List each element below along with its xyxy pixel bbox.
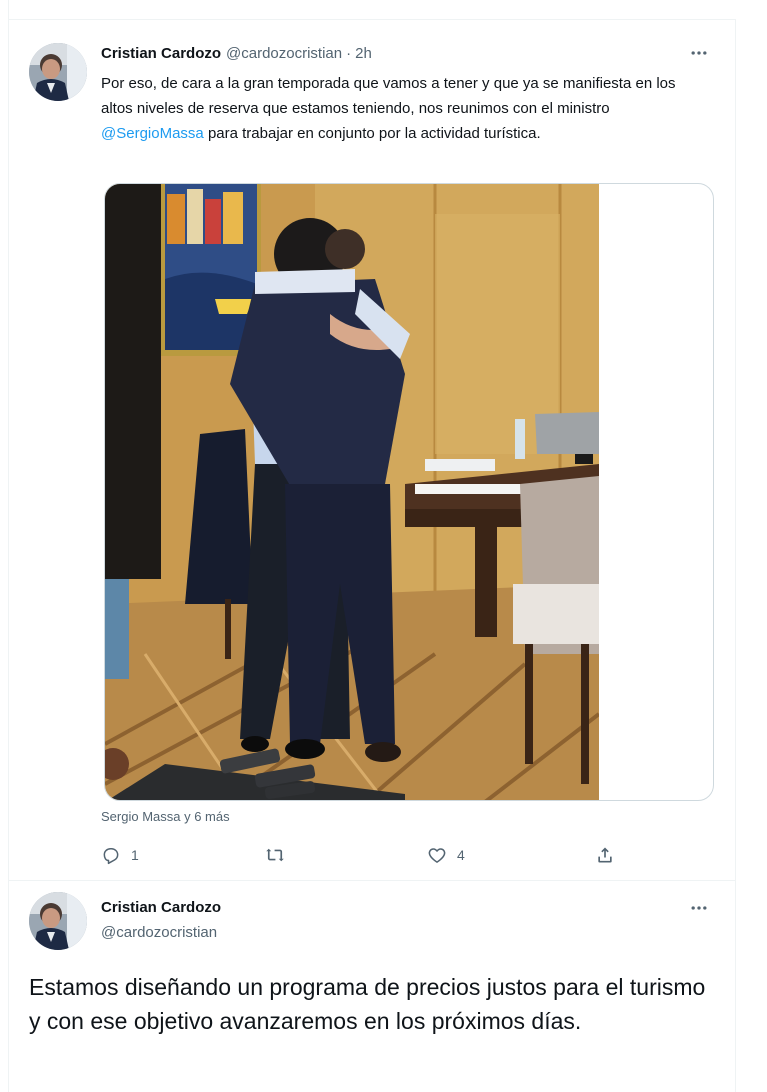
like-button[interactable]: 4 <box>427 843 465 867</box>
reply-button[interactable]: 1 <box>101 843 139 867</box>
retweet-button[interactable] <box>265 843 295 867</box>
like-count: 4 <box>457 847 465 863</box>
mention-link[interactable]: @SergioMassa <box>101 125 204 142</box>
tweet-photo[interactable] <box>104 183 714 801</box>
tweet[interactable]: Cristian Cardozo @cardozocristian Estamo… <box>9 882 736 1092</box>
retweet-icon <box>266 848 284 862</box>
tweet-text-part: Por eso, de cara a la gran temporada que… <box>101 75 676 117</box>
timestamp[interactable]: 2h <box>355 45 372 62</box>
tweet-text: Por eso, de cara a la gran temporada que… <box>101 71 711 146</box>
avatar-photo <box>29 892 87 950</box>
previous-tweet-edge <box>9 0 736 20</box>
avatar-photo <box>29 43 87 101</box>
display-name[interactable]: Cristian Cardozo <box>101 45 221 62</box>
tweet-header: Cristian Cardozo @cardozocristian · 2h <box>101 45 372 62</box>
separator-dot: · <box>346 45 352 62</box>
avatar[interactable] <box>29 43 87 101</box>
photo-image <box>105 184 599 800</box>
tweet[interactable]: Cristian Cardozo @cardozocristian · 2h P… <box>9 21 736 881</box>
tweet-text-part: para trabajar en conjunto por la activid… <box>203 125 541 142</box>
more-horizontal-icon <box>691 51 707 55</box>
display-name[interactable]: Cristian Cardozo <box>101 899 221 916</box>
avatar[interactable] <box>29 892 87 950</box>
more-horizontal-icon <box>691 906 707 910</box>
user-handle[interactable]: @cardozocristian <box>226 45 342 62</box>
tagged-people[interactable]: Sergio Massa y 6 más <box>101 809 230 824</box>
tagged-people-label[interactable]: Sergio Massa y 6 más <box>101 809 230 824</box>
user-handle[interactable]: @cardozocristian <box>101 924 217 941</box>
share-icon <box>598 847 612 863</box>
reply-icon <box>103 848 119 865</box>
more-options-button[interactable] <box>684 41 714 65</box>
share-button[interactable] <box>595 843 615 867</box>
tweet-text: Estamos diseñando un programa de precios… <box>29 974 706 1034</box>
tweet-actions: 1 4 <box>101 843 621 867</box>
heart-icon <box>428 848 446 863</box>
reply-count: 1 <box>131 847 139 863</box>
more-options-button[interactable] <box>684 896 714 920</box>
